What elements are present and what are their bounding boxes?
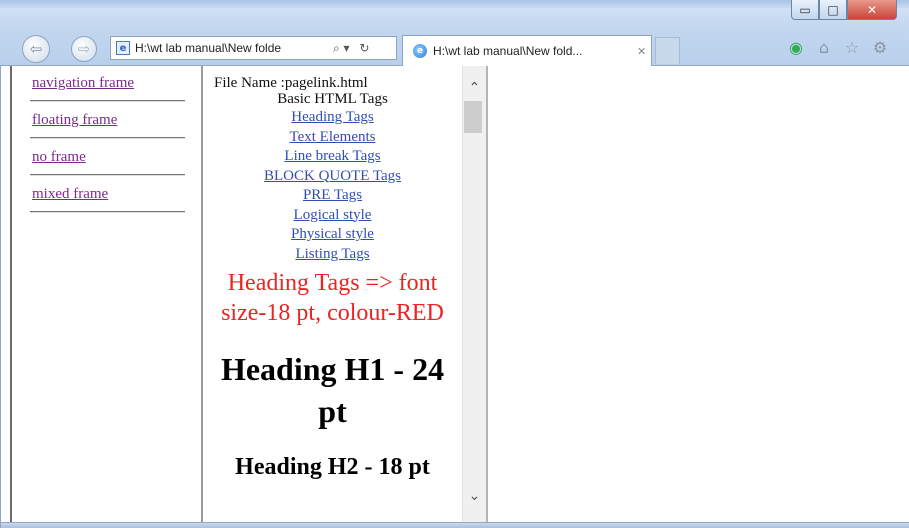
maximize-button[interactable]: □ bbox=[819, 0, 847, 20]
browser-titlebar: ▭ □ ✕ ⇦ ⇨ e H:\wt lab manual\New folde ⌕… bbox=[0, 0, 909, 66]
ie-icon: e bbox=[413, 44, 427, 58]
back-button[interactable]: ⇦ bbox=[22, 35, 50, 63]
home-icon[interactable]: ⌂ bbox=[815, 38, 833, 57]
gear-icon[interactable]: ⚙ bbox=[871, 38, 889, 57]
basic-tags-title: Basic HTML Tags bbox=[277, 91, 388, 107]
heading-h2: Heading H2 - 18 pt bbox=[235, 454, 430, 480]
close-window-button[interactable]: ✕ bbox=[847, 0, 897, 20]
forward-arrow-icon: ⇨ bbox=[77, 40, 91, 58]
scroll-up-arrow-icon[interactable]: ⌃ bbox=[463, 78, 486, 98]
scroll-down-arrow-icon[interactable]: ⌄ bbox=[463, 486, 486, 506]
red-heading-text: Heading Tags => font size-18 pt, colour-… bbox=[221, 270, 444, 326]
content-scrollbar[interactable]: ⌃ ⌄ bbox=[462, 66, 488, 522]
link-floating-frame[interactable]: floating frame bbox=[32, 112, 201, 129]
titlebar-strip bbox=[0, 0, 909, 8]
star-icon[interactable]: ☆ bbox=[843, 38, 861, 57]
link-block-quote-tags[interactable]: BLOCK QUOTE Tags bbox=[203, 167, 462, 187]
link-navigation-frame[interactable]: navigation frame bbox=[32, 75, 201, 92]
page-icon: e bbox=[116, 41, 130, 55]
divider bbox=[30, 137, 185, 139]
toolbar-icons: ◉ ⌂ ☆ ⚙ bbox=[787, 38, 889, 57]
refresh-icon[interactable]: ↻ bbox=[359, 41, 369, 55]
minimize-button[interactable]: ▭ bbox=[791, 0, 819, 20]
forward-button[interactable]: ⇨ bbox=[71, 36, 97, 62]
link-mixed-frame[interactable]: mixed frame bbox=[32, 186, 201, 203]
link-logical-style[interactable]: Logical style bbox=[203, 206, 462, 226]
link-listing-tags[interactable]: Listing Tags bbox=[203, 245, 462, 265]
status-bar bbox=[1, 522, 909, 528]
scroll-thumb[interactable] bbox=[464, 101, 482, 133]
address-text[interactable]: H:\wt lab manual\New folde bbox=[135, 41, 329, 55]
divider bbox=[30, 174, 185, 176]
display-frame bbox=[490, 66, 908, 522]
navigation-frame: navigation frame floating frame no frame… bbox=[10, 66, 203, 522]
content-frame: File Name :pagelink.html Basic HTML Tags… bbox=[203, 66, 462, 522]
link-text-elements[interactable]: Text Elements bbox=[203, 128, 462, 148]
link-pre-tags[interactable]: PRE Tags bbox=[203, 186, 462, 206]
divider bbox=[30, 211, 185, 213]
address-actions: ⌕ ▾ ↻ bbox=[333, 41, 375, 56]
search-dropdown-icon[interactable]: ⌕ ▾ bbox=[333, 41, 350, 55]
new-tab-button[interactable] bbox=[655, 37, 680, 64]
link-physical-style[interactable]: Physical style bbox=[203, 225, 462, 245]
tab-close-icon[interactable]: ✕ bbox=[637, 45, 646, 58]
link-line-break-tags[interactable]: Line break Tags bbox=[203, 147, 462, 167]
tab-title: H:\wt lab manual\New fold... bbox=[433, 44, 583, 58]
addon-icon[interactable]: ◉ bbox=[787, 38, 805, 57]
heading-h1: Heading H1 - 24 pt bbox=[220, 351, 445, 429]
content-body: File Name :pagelink.html Basic HTML Tags… bbox=[203, 66, 462, 482]
link-heading-tags[interactable]: Heading Tags bbox=[203, 108, 462, 128]
browser-tab[interactable]: e H:\wt lab manual\New fold... ✕ bbox=[402, 35, 652, 66]
divider bbox=[30, 100, 185, 102]
page-viewport: navigation frame floating frame no frame… bbox=[0, 66, 909, 528]
link-no-frame[interactable]: no frame bbox=[32, 149, 201, 166]
file-name-label: File Name :pagelink.html bbox=[214, 75, 368, 91]
back-arrow-icon: ⇦ bbox=[29, 40, 43, 58]
address-bar[interactable]: e H:\wt lab manual\New folde ⌕ ▾ ↻ bbox=[110, 36, 397, 60]
